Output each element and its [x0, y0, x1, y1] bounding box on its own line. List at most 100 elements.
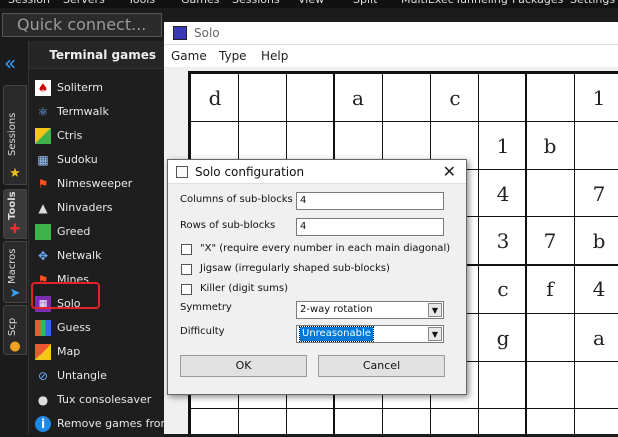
solo-app-icon: [173, 26, 187, 40]
solo-window-title: Solo: [194, 26, 220, 40]
sftp-icon: ●: [9, 339, 21, 354]
games-panel: Terminal games ♠ Soliterm ⚛ Termwalk Ctris…: [28, 41, 171, 435]
sudoku-cell[interactable]: 1: [575, 74, 618, 122]
tab-macros[interactable]: ➤ Macros: [3, 241, 27, 303]
difficulty-label: Difficulty: [180, 326, 225, 337]
grid-icon: ▦: [37, 153, 49, 167]
atom-icon: ⚛: [37, 105, 49, 119]
game-item-label: Tux consolesaver: [57, 393, 152, 406]
game-item-soliterm[interactable]: ♠ Soliterm: [35, 77, 165, 99]
menu-type[interactable]: Type: [219, 45, 247, 67]
top-menu-bar: Session Servers Tools Games Sessions View Spli…: [0, 0, 618, 8]
game-item-remove[interactable]: i Remove games from: [35, 413, 171, 435]
game-item-untangle[interactable]: ⊘ Untangle: [35, 365, 165, 387]
game-item-label: Netwalk: [57, 249, 102, 262]
tab-sessions[interactable]: ★ Sessions: [3, 85, 27, 185]
sudoku-cell[interactable]: a: [575, 314, 618, 362]
difficulty-select[interactable]: Unreasonable ▼: [296, 325, 444, 343]
game-item-label: Untangle: [57, 369, 107, 382]
game-item-label: Guess: [57, 321, 91, 334]
sudoku-cell[interactable]: 7: [526, 217, 574, 265]
jigsaw-checkbox[interactable]: [181, 264, 192, 275]
tab-tools-label: Tools: [7, 191, 18, 220]
sudoku-cell[interactable]: 4: [575, 265, 618, 313]
solo-menubar: Game Type Help: [164, 45, 618, 67]
game-item-ctris[interactable]: Ctris: [35, 125, 165, 147]
top-menu-item[interactable]: Games: [181, 0, 219, 6]
game-item-guess[interactable]: Guess: [35, 317, 165, 339]
solo-titlebar: Solo: [164, 22, 618, 45]
difficulty-value: Unreasonable: [299, 326, 374, 342]
sudoku-cell[interactable]: c: [479, 265, 527, 313]
game-item-sudoku[interactable]: ▦ Sudoku: [35, 149, 165, 171]
game-item-tux[interactable]: ● Tux consolesaver: [35, 389, 165, 411]
top-menu-item[interactable]: Split: [353, 0, 377, 6]
collapse-chevron-icon[interactable]: «: [4, 53, 16, 73]
guess-icon: [35, 320, 51, 336]
tab-tools[interactable]: ✚ Tools: [3, 189, 27, 239]
game-item-greed[interactable]: Greed: [35, 221, 165, 243]
cards-icon: ♠: [35, 80, 51, 96]
top-menu-item[interactable]: Session: [8, 0, 50, 6]
top-menu-item[interactable]: Tools: [128, 0, 155, 6]
dialog-titlebar: Solo configuration ✕: [168, 160, 466, 184]
cancel-button[interactable]: Cancel: [318, 355, 445, 377]
game-item-label: Ctris: [57, 129, 83, 142]
dropdown-arrow-icon[interactable]: ▼: [428, 327, 442, 341]
sudoku-cell[interactable]: c: [431, 74, 479, 122]
sudoku-cell[interactable]: 3: [479, 217, 527, 265]
x-diagonal-label: "X" (require every number in each main d…: [200, 243, 451, 254]
killer-checkbox[interactable]: [181, 284, 192, 295]
game-item-label: Ninvaders: [57, 201, 113, 214]
blocks-icon: [35, 128, 51, 144]
dialog-title: Solo configuration: [195, 165, 305, 179]
rows-input[interactable]: 4: [296, 218, 444, 236]
top-menu-item[interactable]: MultiExec: [401, 0, 454, 6]
game-item-nimesweeper[interactable]: ⚑ Nimesweeper: [35, 173, 165, 195]
top-menu-item[interactable]: Packages: [512, 0, 563, 6]
game-item-map[interactable]: Map: [35, 341, 165, 363]
top-menu-item[interactable]: Sessions: [232, 0, 280, 6]
sudoku-cell[interactable]: a: [334, 74, 382, 122]
game-item-termwalk[interactable]: ⚛ Termwalk: [35, 101, 165, 123]
game-item-netwalk[interactable]: ✥ Netwalk: [35, 245, 165, 267]
top-menu-item[interactable]: View: [298, 0, 324, 6]
menu-help[interactable]: Help: [261, 45, 288, 67]
sudoku-cell[interactable]: b: [526, 122, 574, 170]
symmetry-label: Symmetry: [180, 302, 232, 313]
sudoku-cell[interactable]: 4: [479, 170, 527, 218]
tools-icon: ✚: [9, 222, 21, 237]
quick-connect-input[interactable]: Quick connect...: [2, 13, 162, 37]
sudoku-cell[interactable]: b: [575, 217, 618, 265]
killer-label: Killer (digit sums): [200, 283, 288, 294]
columns-input[interactable]: 4: [296, 192, 444, 210]
top-menu-item[interactable]: Tunneling: [455, 0, 508, 6]
dropdown-arrow-icon[interactable]: ▼: [428, 303, 442, 317]
sudoku-cell[interactable]: 7: [575, 170, 618, 218]
window-icon: [176, 166, 188, 178]
paperclip-icon: ⊘: [37, 369, 49, 383]
green-square-icon: [35, 224, 51, 240]
flag-icon: ⚑: [37, 177, 49, 191]
info-icon: i: [35, 416, 51, 432]
top-menu-item[interactable]: Servers: [63, 0, 105, 6]
sudoku-cell[interactable]: d: [191, 74, 239, 122]
symmetry-select[interactable]: 2-way rotation ▼: [296, 301, 444, 319]
network-icon: ✥: [37, 249, 49, 263]
panel-title: Terminal games: [29, 41, 164, 69]
top-menu-item[interactable]: Settings: [570, 0, 615, 6]
rows-label: Rows of sub-blocks: [180, 220, 276, 231]
close-icon[interactable]: ✕: [443, 160, 456, 184]
sudoku-cell[interactable]: f: [526, 265, 574, 313]
solo-configuration-dialog: Solo configuration ✕ Columns of sub-bloc…: [167, 159, 467, 395]
sudoku-cell[interactable]: g: [479, 314, 527, 362]
game-item-ninvaders[interactable]: ▲ Ninvaders: [35, 197, 165, 219]
tab-sftp[interactable]: ● Scp: [3, 305, 27, 355]
tux-icon: ●: [37, 393, 49, 407]
menu-game[interactable]: Game: [171, 45, 207, 67]
ok-button[interactable]: OK: [180, 355, 307, 377]
map-icon: [35, 344, 51, 360]
x-diagonal-checkbox[interactable]: [181, 244, 192, 255]
star-icon: ★: [9, 166, 21, 181]
sudoku-cell[interactable]: 1: [479, 122, 527, 170]
